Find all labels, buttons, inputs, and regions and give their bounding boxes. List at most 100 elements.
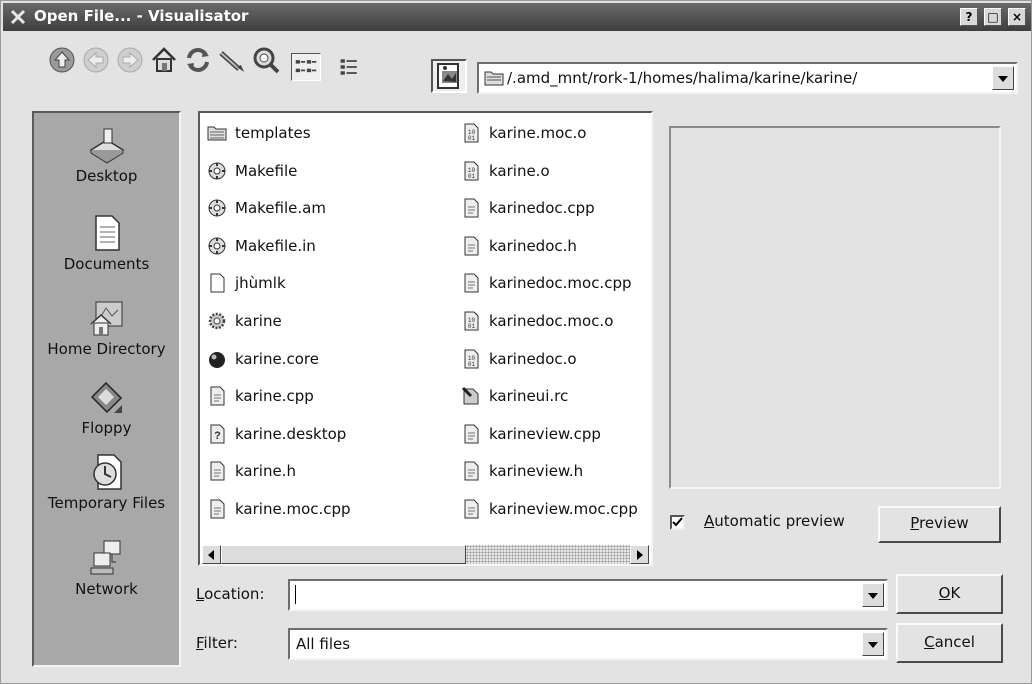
file-item[interactable]: karineview.moc.cpp — [461, 497, 638, 521]
file-item[interactable]: Makefile.in — [207, 234, 316, 258]
horizontal-scrollbar[interactable] — [202, 545, 649, 564]
title-bar[interactable]: Open File... - Visualisator ? □ × — [3, 3, 1031, 31]
scroll-right-arrow[interactable] — [630, 545, 649, 564]
window-title: Open File... - Visualisator — [34, 7, 249, 25]
file-list[interactable]: templates Makefile Makefile.am Makefile.in j… — [198, 111, 653, 566]
location-dropdown-arrow[interactable] — [862, 583, 884, 607]
close-button[interactable]: × — [1008, 8, 1026, 26]
documents-icon — [94, 215, 120, 251]
file-name: karine.desktop — [235, 424, 347, 443]
path-combo[interactable]: /.amd_mnt/rork-1/homes/halima/karine/kar… — [477, 62, 1018, 94]
up-icon[interactable] — [45, 43, 79, 77]
file-name: karinedoc.moc.cpp — [489, 274, 632, 293]
path-dropdown-arrow[interactable] — [992, 66, 1014, 90]
file-item[interactable]: jhùmlk — [207, 271, 286, 295]
file-item[interactable]: karine.cpp — [207, 384, 314, 408]
scrollbar-thumb[interactable] — [221, 545, 466, 564]
ok-button[interactable]: OK — [896, 574, 1003, 614]
file-name: karine.o — [489, 161, 550, 180]
path-text[interactable]: /.amd_mnt/rork-1/homes/halima/karine/kar… — [507, 69, 857, 87]
sidebar-item-label: Home Directory — [47, 340, 166, 358]
forward-icon[interactable] — [113, 43, 147, 77]
cancel-button[interactable]: Cancel — [896, 623, 1003, 663]
reload-icon[interactable] — [181, 43, 215, 77]
window-menu-icon[interactable] — [9, 8, 27, 26]
preview-toggle-icon[interactable] — [431, 59, 467, 93]
file-item[interactable]: karinedoc.moc.cpp — [461, 271, 632, 295]
makefile-icon — [208, 199, 226, 217]
home-icon[interactable] — [147, 43, 181, 77]
automatic-preview-label[interactable]: Automatic preview — [704, 512, 845, 530]
file-item[interactable]: 10 01 karine.moc.o — [461, 121, 586, 145]
automatic-preview-checkbox[interactable] — [670, 515, 685, 530]
sidebar-item-label: Floppy — [81, 419, 132, 437]
sidebar-item-desktop[interactable]: Desktop — [34, 125, 179, 185]
source-file-icon — [210, 461, 225, 481]
temporary-files-icon — [92, 454, 122, 490]
svg-text:01: 01 — [468, 323, 476, 330]
desktop-icon — [89, 128, 124, 164]
sidebar-item-temporary-files[interactable]: Temporary Files — [34, 452, 179, 512]
source-file-icon — [464, 236, 479, 256]
sidebar-item-label: Documents — [63, 255, 150, 273]
folder-icon — [207, 126, 227, 141]
file-name: karine — [235, 312, 282, 330]
sidebar-item-floppy[interactable]: Floppy — [34, 377, 179, 437]
file-item[interactable]: karineui.rc — [461, 384, 568, 408]
sidebar-item-documents[interactable]: Documents — [34, 213, 179, 273]
preview-button-label: Preview — [910, 514, 969, 532]
new-folder-icon[interactable] — [215, 43, 249, 77]
back-icon[interactable] — [79, 43, 113, 77]
configure-icon[interactable] — [249, 43, 283, 77]
empty-file-icon — [210, 273, 225, 293]
file-item[interactable]: karineview.cpp — [461, 422, 601, 446]
filter-combo[interactable]: All files — [288, 628, 888, 660]
filter-label: Filter: — [196, 634, 238, 652]
source-file-icon — [464, 499, 479, 519]
file-item[interactable]: karinedoc.h — [461, 234, 577, 258]
makefile-icon — [208, 162, 226, 180]
file-item[interactable]: Makefile — [207, 159, 297, 183]
file-item[interactable]: 10 01 karinedoc.moc.o — [461, 309, 613, 333]
location-field[interactable] — [288, 579, 888, 611]
file-item[interactable]: karineview.h — [461, 459, 583, 483]
file-name: karinedoc.o — [489, 349, 577, 368]
sidebar-item-label: Temporary Files — [47, 494, 166, 512]
rc-file-icon — [461, 387, 479, 405]
filter-dropdown-arrow[interactable] — [862, 632, 884, 656]
scroll-left-arrow[interactable] — [202, 545, 221, 564]
file-name: karine.h — [235, 462, 296, 481]
network-icon — [90, 540, 120, 575]
object-file-icon: 1001 — [464, 311, 479, 331]
preview-button[interactable]: Preview — [878, 506, 1001, 543]
file-item[interactable]: templates — [207, 121, 311, 145]
file-name: karinedoc.moc.o — [489, 312, 614, 330]
file-name: karine.cpp — [235, 387, 314, 406]
file-item[interactable]: ? karine.desktop — [207, 422, 346, 446]
sidebar-item-network[interactable]: Network — [34, 538, 179, 598]
file-item[interactable]: 10 01 karinedoc.o — [461, 347, 577, 371]
icon-view-icon[interactable] — [291, 53, 321, 81]
file-item[interactable]: karinedoc.cpp — [461, 196, 595, 220]
help-button[interactable]: ? — [960, 8, 978, 26]
file-item[interactable]: karine.core — [207, 347, 319, 371]
svg-text:01: 01 — [468, 173, 476, 180]
file-item[interactable]: karine.moc.cpp — [207, 497, 351, 521]
source-file-icon — [464, 198, 479, 218]
scrollbar-track[interactable] — [466, 545, 630, 564]
file-name: karine.moc.cpp — [235, 500, 351, 518]
file-item[interactable]: karine.h — [207, 459, 296, 483]
ok-button-label: OK — [938, 584, 961, 602]
file-name: Makefile — [235, 161, 298, 180]
sidebar-item-home-directory[interactable]: Home Directory — [34, 298, 179, 358]
object-file-icon: 1001 — [464, 123, 479, 143]
desktop-file-icon: ? — [210, 424, 225, 444]
file-item[interactable]: Makefile.am — [207, 196, 326, 220]
detail-view-icon[interactable] — [335, 53, 365, 81]
file-item[interactable]: 10 01 karine.o — [461, 159, 550, 183]
maximize-button[interactable]: □ — [984, 8, 1002, 26]
file-item[interactable]: karine — [207, 309, 282, 333]
file-name: karinedoc.h — [489, 236, 577, 255]
preview-area — [669, 126, 1001, 489]
svg-text:01: 01 — [468, 361, 476, 368]
